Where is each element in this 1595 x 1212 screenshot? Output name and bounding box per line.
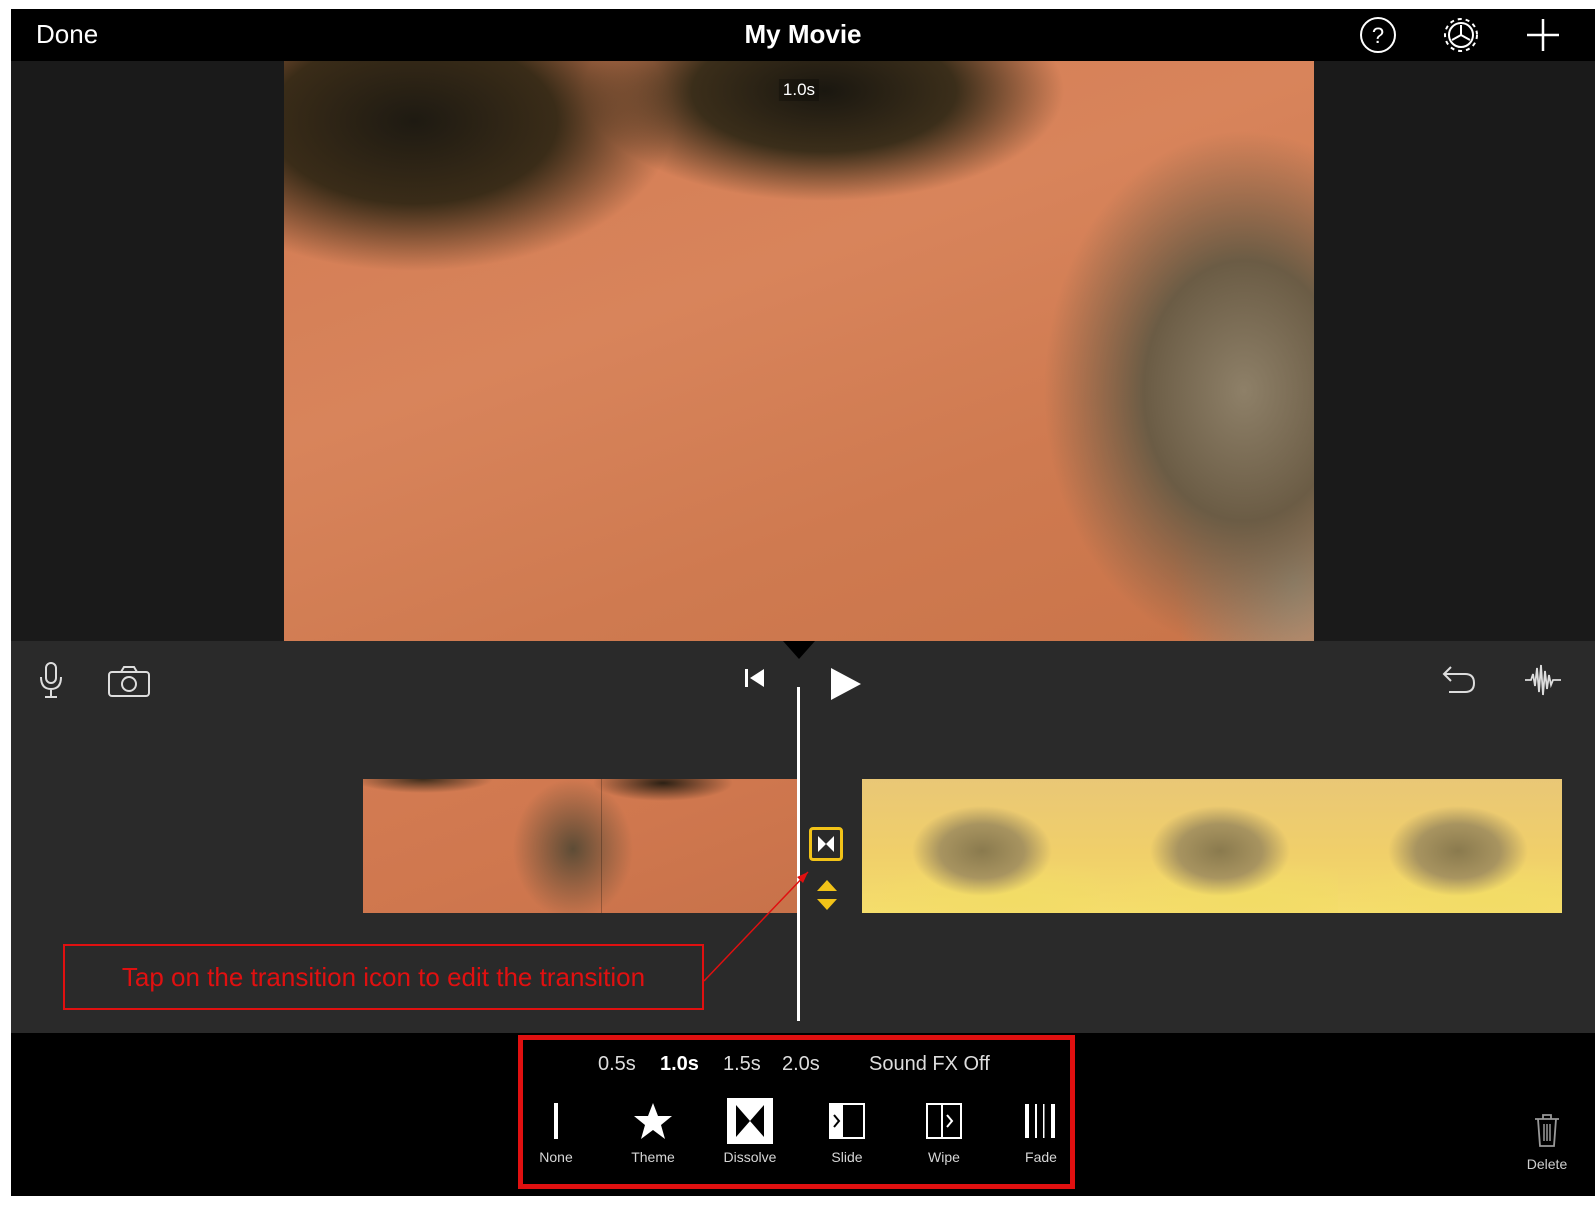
duration-option-0-5s[interactable]: 0.5s: [598, 1053, 636, 1076]
clip-frame: [1338, 779, 1562, 913]
playhead-notch: [783, 641, 815, 659]
camera-icon[interactable]: [107, 665, 151, 704]
none-transition-icon: [516, 1097, 596, 1145]
transition-label: Dissolve: [723, 1149, 777, 1165]
transition-duration-readout: 1.0s: [778, 79, 820, 101]
transition-button[interactable]: [809, 827, 843, 861]
undo-icon[interactable]: [1441, 663, 1477, 702]
delete-button[interactable]: Delete: [1517, 1111, 1577, 1172]
playhead[interactable]: [797, 687, 800, 1021]
transition-settings-panel: 0.5s 1.0s 1.5s 2.0s Sound FX Off None Th…: [11, 1033, 1595, 1196]
transition-theme[interactable]: Theme: [613, 1097, 693, 1165]
clip-frame: [1100, 779, 1338, 913]
svg-text:?: ?: [1372, 23, 1384, 48]
add-plus-icon[interactable]: [1521, 13, 1565, 57]
microphone-icon[interactable]: [37, 661, 65, 706]
slide-icon: [807, 1097, 887, 1145]
annotation-callout: Tap on the transition icon to edit the t…: [63, 944, 704, 1010]
clip-frame: [862, 779, 1100, 913]
delete-label: Delete: [1526, 1156, 1568, 1172]
transition-label: Theme: [631, 1149, 675, 1165]
transition-slide[interactable]: Slide: [807, 1097, 887, 1165]
transition-wipe[interactable]: Wipe: [904, 1097, 984, 1165]
video-clip-desert[interactable]: [363, 779, 798, 913]
duration-option-1-5s[interactable]: 1.5s: [723, 1053, 761, 1076]
transition-label: Fade: [1025, 1149, 1057, 1165]
transition-none[interactable]: None: [516, 1097, 596, 1165]
transition-dissolve[interactable]: Dissolve: [710, 1097, 790, 1165]
help-icon[interactable]: ?: [1356, 13, 1400, 57]
transition-label: Slide: [831, 1149, 863, 1165]
video-preview: 1.0s: [284, 61, 1314, 641]
transition-label: Wipe: [928, 1149, 960, 1165]
settings-gear-icon[interactable]: [1439, 13, 1483, 57]
expand-transition-arrows-icon[interactable]: [815, 877, 839, 913]
video-clip-bandicoot[interactable]: [862, 779, 1562, 913]
transition-label: None: [539, 1149, 573, 1165]
viewer: 1.0s: [11, 61, 1595, 641]
frame-divider: [601, 779, 602, 913]
play-icon[interactable]: [829, 666, 863, 707]
duration-option-2-0s[interactable]: 2.0s: [782, 1053, 820, 1076]
duration-option-1-0s[interactable]: 1.0s: [660, 1053, 699, 1076]
transition-fade[interactable]: Fade: [1001, 1097, 1081, 1165]
fade-icon: [1001, 1097, 1081, 1145]
skip-to-start-icon[interactable]: [743, 666, 767, 695]
timeline[interactable]: Tap on the transition icon to edit the t…: [11, 641, 1595, 1033]
sound-fx-toggle[interactable]: Sound FX Off: [869, 1053, 990, 1076]
audio-waveform-icon[interactable]: [1523, 663, 1563, 702]
star-icon: [613, 1097, 693, 1145]
top-bar: Done My Movie ?: [11, 9, 1595, 61]
imovie-app: Done My Movie ? 1.0s Tap on the transiti…: [11, 9, 1595, 1196]
dissolve-icon: [710, 1097, 790, 1145]
trash-icon: [1517, 1111, 1577, 1154]
wipe-icon: [904, 1097, 984, 1145]
